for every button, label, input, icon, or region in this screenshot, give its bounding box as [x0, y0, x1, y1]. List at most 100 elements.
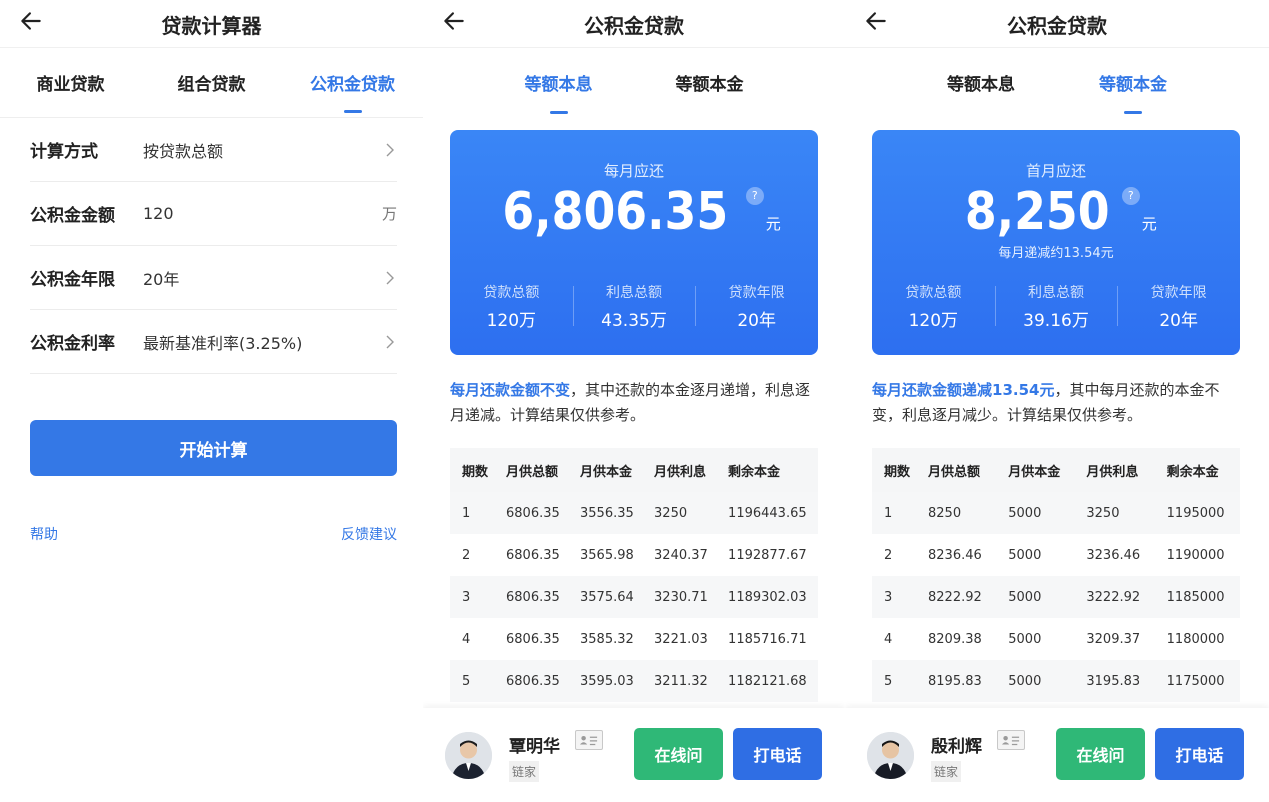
help-question-icon[interactable]: ?: [1121, 187, 1140, 205]
tab-equal-installment[interactable]: 等额本息: [905, 48, 1057, 118]
back-arrow-icon[interactable]: [863, 8, 893, 38]
table-cell: 3585.32: [580, 631, 634, 647]
stat-label: 贷款年限: [728, 285, 785, 301]
table-cell: 5000: [1008, 631, 1042, 647]
fund-amount-input[interactable]: 120: [143, 204, 382, 223]
table-cell: 3195.83: [1074, 660, 1155, 702]
help-question-icon[interactable]: ?: [745, 187, 764, 205]
back-arrow-icon[interactable]: [18, 8, 48, 38]
table-cell: 5000: [1008, 547, 1042, 563]
table-cell: 6806.35: [494, 660, 569, 702]
table-row: 3 6806.35 3575.64 3230.71 1189302.03: [450, 576, 818, 618]
table-cell: 3250: [1074, 492, 1155, 534]
tab-equal-principal[interactable]: 等额本金: [634, 48, 785, 118]
column-header: 月供本金: [568, 448, 643, 492]
stat-total-loan: 贷款总额 120万: [872, 282, 995, 331]
repayment-description: 每月还款金额递减13.54元，其中每月还款的本金不变，利息逐月减少。计算结果仅供…: [872, 378, 1244, 428]
avatar[interactable]: [445, 732, 492, 779]
stat-label: 利息总额: [1028, 285, 1084, 301]
top-bar: 公积金贷款: [845, 0, 1269, 48]
loan-calculator-screen: 贷款计算器 商业贷款 组合贷款 公积金贷款 计算方式 按贷款总额 公积金金额 1…: [0, 0, 423, 802]
monthly-payment-amount: 6,806.35: [502, 182, 729, 242]
top-bar: 贷款计算器: [0, 0, 423, 48]
page-title: 公积金贷款: [584, 14, 684, 38]
monthly-decrease-note: 每月递减约13.54元: [998, 246, 1114, 261]
repayment-schedule-table: 期数 月供总额 月供本金 月供利息 剩余本金 1 8250 5000 3250 1195000 2 8…: [872, 448, 1240, 702]
repayment-description: 每月还款金额不变，其中还款的本金逐月递增，利息逐月递减。计算结果仅供参考。: [450, 378, 822, 428]
table-row: 5 8195.83 5000 3195.83 1175000: [872, 660, 1240, 702]
feedback-link[interactable]: 反馈建议: [341, 524, 397, 544]
fund-amount-row[interactable]: 公积金金额 120 万: [30, 182, 397, 246]
table-cell: 3565.98: [580, 547, 634, 563]
table-cell: 3250: [642, 492, 717, 534]
fund-rate-row[interactable]: 公积金利率 最新基准利率(3.25%): [30, 310, 397, 374]
table-row: 2 6806.35 3565.98 3240.37 1192877.67: [450, 534, 818, 576]
call-button[interactable]: 打电话: [1155, 728, 1244, 780]
calc-method-value: 按贷款总额: [143, 141, 224, 161]
stat-loan-term: 贷款年限 20年: [695, 282, 818, 331]
column-header: 剩余本金: [1154, 448, 1240, 492]
description-highlight: 每月还款金额递减13.54元: [872, 381, 1055, 399]
help-link[interactable]: 帮助: [30, 524, 58, 544]
repayment-summary-card: 每月应还 6,806.35 ?元 贷款总额 120万 利息总额 43.35万 贷款…: [450, 130, 818, 355]
currency-unit: 元: [765, 215, 781, 233]
table-header-row: 期数 月供总额 月供本金 月供利息 剩余本金: [450, 448, 818, 492]
table-cell: 1192877.67: [728, 547, 807, 563]
stat-total-interest: 利息总额 43.35万: [572, 282, 696, 331]
call-button[interactable]: 打电话: [733, 728, 822, 780]
stat-value: 20年: [737, 311, 776, 331]
table-cell: 6806.35: [494, 576, 569, 618]
loan-form: 计算方式 按贷款总额 公积金金额 120 万 公积金年限 20年 公积金利率 最…: [0, 118, 423, 374]
column-header: 月供利息: [642, 448, 717, 492]
repayment-summary-card: 首月应还 8,250 ?元 每月递减约13.54元 贷款总额 120万 利息总额 …: [872, 130, 1240, 355]
avatar[interactable]: [867, 732, 914, 779]
table-row: 3 8222.92 5000 3222.92 1185000: [872, 576, 1240, 618]
table-cell: 3222.92: [1074, 576, 1155, 618]
table-cell: 5: [450, 660, 494, 702]
top-bar: 公积金贷款: [423, 0, 845, 48]
stat-value: 120万: [486, 311, 537, 331]
agent-bar: 殷利辉 链家 在线问 打电话: [845, 708, 1269, 802]
online-chat-button[interactable]: 在线问: [1056, 728, 1145, 780]
table-cell: 1: [872, 492, 916, 534]
table-cell: 3: [872, 576, 916, 618]
first-month-payment-caption: 首月应还: [1025, 162, 1086, 180]
monthly-payment: 6,806.35 ?元: [450, 182, 818, 242]
stat-label: 贷款总额: [483, 285, 540, 301]
table-cell: 5000: [996, 576, 1075, 618]
tab-equal-principal[interactable]: 等额本金: [1057, 48, 1209, 118]
table-cell: 6806.35: [494, 492, 569, 534]
back-arrow-icon[interactable]: [441, 8, 471, 38]
online-chat-button[interactable]: 在线问: [634, 728, 723, 780]
tab-provident-fund-loan[interactable]: 公积金贷款: [282, 48, 423, 117]
business-card-icon[interactable]: [575, 730, 603, 750]
unit-label: 万: [381, 205, 397, 223]
tab-commercial-loan[interactable]: 商业贷款: [0, 48, 141, 117]
row-label: 计算方式: [30, 142, 98, 162]
stat-label: 贷款总额: [905, 285, 962, 301]
tab-combined-loan[interactable]: 组合贷款: [141, 48, 282, 117]
table-cell: 1185716.71: [728, 631, 807, 647]
table-cell: 3240.37: [654, 547, 708, 563]
row-label: 公积金金额: [30, 206, 115, 226]
start-calc-button[interactable]: 开始计算: [30, 420, 397, 476]
table-cell: 3556.35: [568, 492, 643, 534]
business-card-icon[interactable]: [997, 730, 1025, 750]
table-cell: 1185000: [1154, 576, 1240, 618]
fund-rate-value: 最新基准利率(3.25%): [143, 333, 303, 353]
table-cell: 3: [450, 576, 494, 618]
agent-bar: 覃明华 链家 在线问 打电话: [423, 708, 845, 802]
calc-method-row[interactable]: 计算方式 按贷款总额: [30, 118, 397, 182]
chevron-right-icon: [386, 335, 394, 348]
table-row: 4 8209.38 5000 3209.37 1180000: [872, 618, 1240, 660]
tab-equal-installment[interactable]: 等额本息: [483, 48, 634, 118]
stat-total-interest: 利息总额 39.16万: [994, 282, 1118, 331]
table-cell: 1190000: [1166, 547, 1225, 563]
currency-unit: 元: [1141, 215, 1157, 233]
agent-name: 覃明华: [509, 737, 560, 757]
table-row: 2 8236.46 5000 3236.46 1190000: [872, 534, 1240, 576]
description-highlight: 每月还款金额不变: [450, 381, 571, 399]
table-cell: 8222.92: [916, 576, 997, 618]
row-label: 公积金利率: [30, 334, 115, 354]
fund-term-row[interactable]: 公积金年限 20年: [30, 246, 397, 310]
